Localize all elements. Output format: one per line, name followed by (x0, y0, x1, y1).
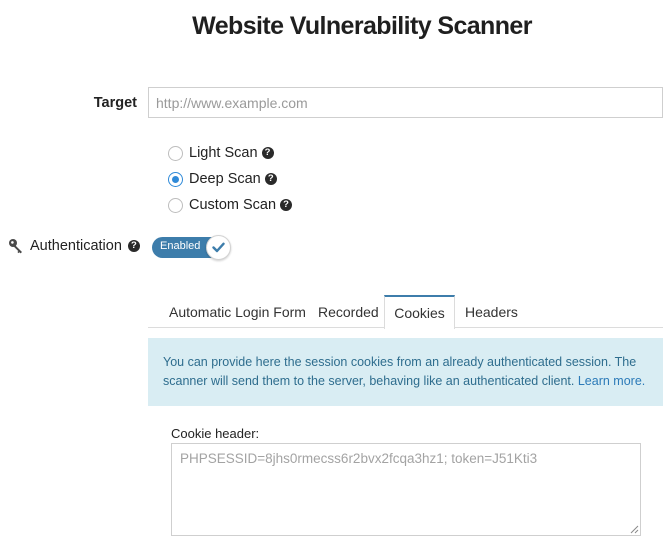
toggle-label: Enabled (160, 240, 201, 252)
light-scan-option[interactable]: Light Scan ? (168, 145, 274, 161)
tab-headers[interactable]: Headers (465, 295, 518, 328)
cookie-header-input[interactable] (171, 443, 641, 536)
light-scan-radio[interactable] (168, 145, 183, 161)
page-title: Website Vulnerability Scanner (192, 12, 532, 40)
learn-more-link[interactable]: Learn more. (578, 374, 645, 388)
tab-cookies[interactable]: Cookies (384, 295, 455, 329)
custom-scan-label: Custom Scan (189, 197, 277, 213)
toggle-knob (206, 235, 231, 260)
tab-automatic-login-form[interactable]: Automatic Login Form (169, 295, 306, 328)
key-icon (9, 239, 22, 254)
target-label: Target (93, 95, 137, 111)
question-circle-icon[interactable]: ? (280, 199, 293, 211)
cookies-info-panel: You can provide here the session cookies… (148, 338, 663, 406)
deep-scan-radio[interactable] (168, 171, 183, 187)
tab-recorded[interactable]: Recorded (318, 295, 379, 328)
resize-grip-icon[interactable] (630, 525, 639, 534)
authentication-row: Authentication ? (8, 238, 140, 254)
deep-scan-option[interactable]: Deep Scan ? (168, 171, 277, 187)
question-circle-icon[interactable]: ? (264, 173, 277, 185)
authentication-toggle[interactable]: Enabled (152, 235, 231, 260)
cookie-header-label: Cookie header: (171, 426, 260, 441)
target-url-input[interactable] (148, 87, 663, 118)
question-circle-icon[interactable]: ? (127, 240, 140, 252)
light-scan-label: Light Scan (189, 145, 258, 161)
check-icon (212, 242, 225, 253)
custom-scan-radio[interactable] (168, 197, 183, 213)
question-circle-icon[interactable]: ? (261, 147, 274, 159)
info-text: You can provide here the session cookies… (163, 355, 637, 388)
custom-scan-option[interactable]: Custom Scan ? (168, 197, 293, 213)
deep-scan-label: Deep Scan (189, 171, 261, 187)
authentication-label: Authentication (30, 238, 122, 254)
